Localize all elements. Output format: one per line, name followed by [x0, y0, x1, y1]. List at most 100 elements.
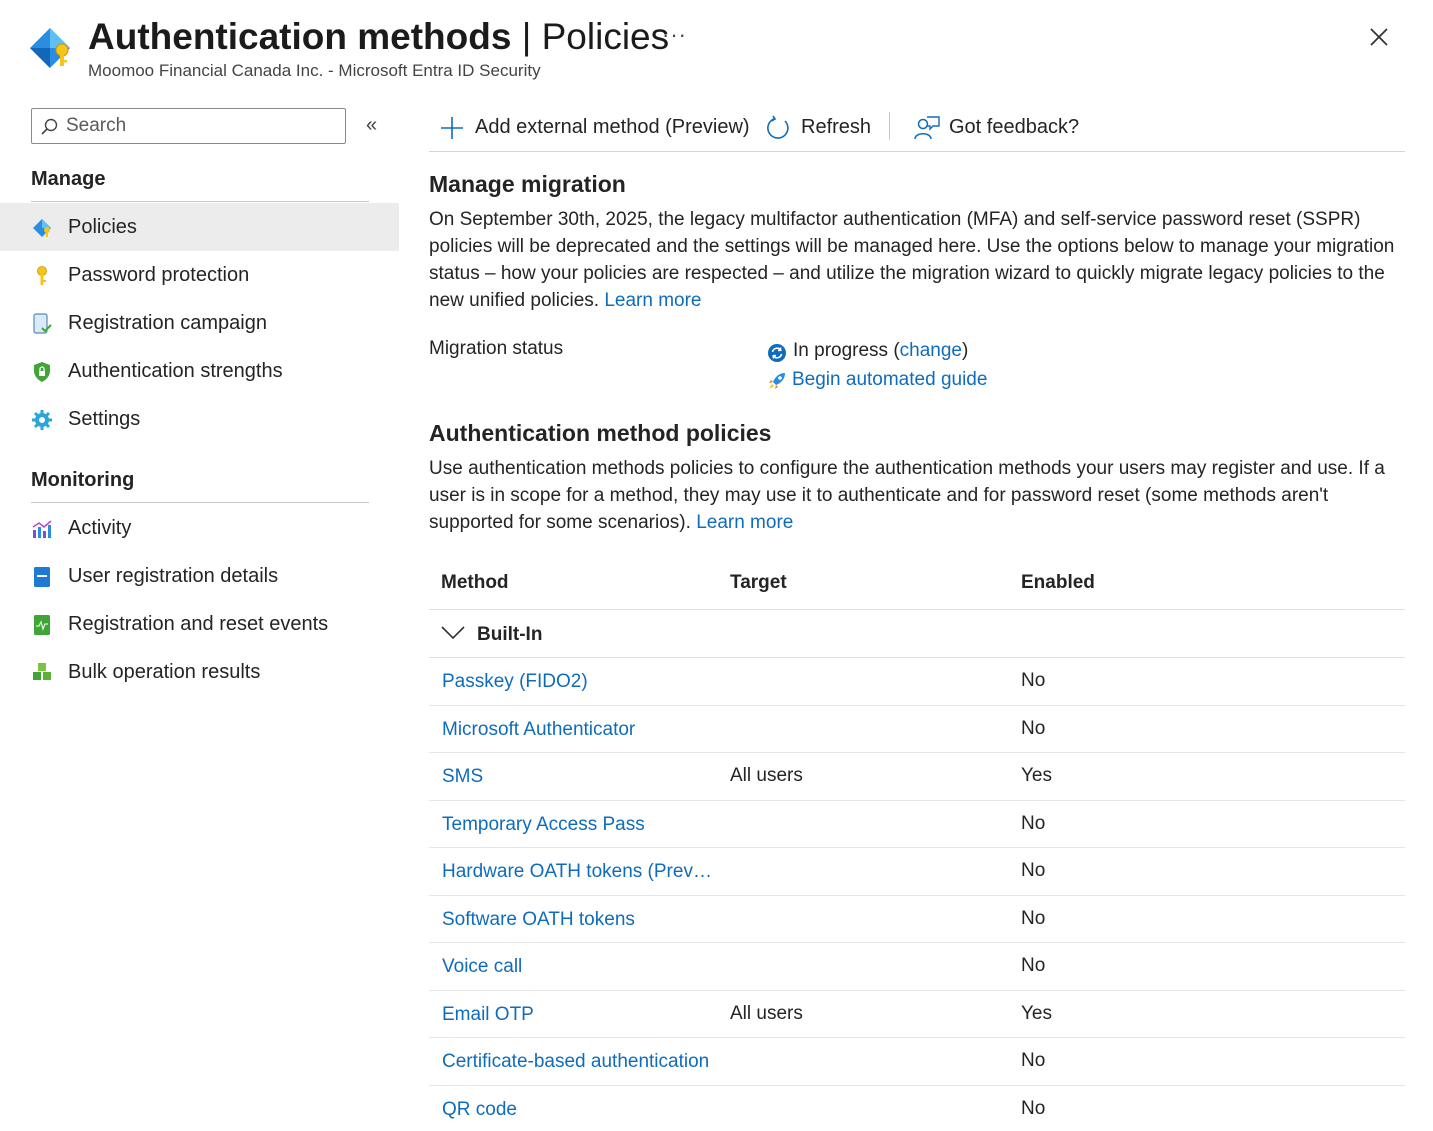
sidebar-item-registration-campaign[interactable]: Registration campaign	[0, 299, 399, 347]
more-options-button[interactable]: ···	[662, 22, 687, 48]
sidebar-item-label: Registration and reset events	[68, 613, 329, 635]
migration-learn-more-link[interactable]: Learn more	[604, 290, 701, 311]
target-cell: All users	[730, 765, 803, 786]
method-link[interactable]: Certificate-based authentication	[442, 1051, 714, 1073]
feedback-icon	[914, 116, 940, 140]
authentication-method-policies-title: Authentication method policies	[429, 420, 772, 446]
main-content: Add external method (Preview) Refresh Go…	[429, 92, 1405, 1131]
migration-status-label: Migration status	[429, 338, 564, 359]
enabled-cell: No	[1021, 717, 1046, 739]
page-subtitle: Moomoo Financial Canada Inc. - Microsoft…	[88, 61, 541, 80]
sidebar-item-settings[interactable]: Settings	[0, 395, 399, 443]
activity-chart-icon	[32, 520, 52, 538]
migration-status-text: In progress	[793, 340, 889, 361]
enabled-cell: Yes	[1021, 1002, 1052, 1024]
manage-migration-title: Manage migration	[429, 171, 626, 197]
method-link[interactable]: Microsoft Authenticator	[442, 719, 714, 741]
sidebar-item-policies[interactable]: Policies	[0, 203, 399, 251]
method-link[interactable]: QR code	[442, 1099, 714, 1121]
search-input[interactable]	[66, 109, 336, 143]
authentication-methods-logo-icon	[30, 28, 70, 68]
table-row: Passkey (FIDO2) No	[429, 658, 1405, 706]
enabled-cell: No	[1021, 670, 1046, 691]
column-header-method[interactable]: Method	[441, 572, 509, 594]
page-header: Authentication methods | Policies ··· Mo…	[0, 0, 1433, 92]
add-external-method-button[interactable]: Add external method (Preview)	[439, 110, 759, 144]
collapse-sidebar-button[interactable]: «	[366, 114, 377, 137]
chevron-down-icon	[441, 626, 465, 640]
target-cell: All users	[730, 1002, 803, 1024]
enabled-cell: No	[1021, 907, 1046, 929]
manage-divider	[31, 201, 369, 202]
cubes-icon	[33, 663, 51, 680]
sidebar-item-activity[interactable]: Activity	[0, 504, 399, 552]
refresh-label: Refresh	[801, 116, 872, 138]
page-title-separator: |	[511, 16, 542, 57]
toolbar-divider	[889, 112, 890, 140]
sidebar-search[interactable]	[31, 108, 346, 144]
refresh-button[interactable]: Refresh	[765, 110, 875, 144]
book-icon	[34, 567, 50, 587]
policies-description-block: Use authentication methods policies to c…	[429, 455, 1405, 536]
table-row: Temporary Access Pass No	[429, 801, 1405, 848]
enabled-cell: No	[1021, 812, 1046, 834]
policies-description: Use authentication methods policies to c…	[429, 458, 1385, 533]
table-row: Voice call No	[429, 943, 1405, 991]
enabled-cell: No	[1021, 1050, 1046, 1071]
feedback-button[interactable]: Got feedback?	[913, 110, 1093, 144]
enabled-cell: No	[1021, 1097, 1046, 1119]
method-link[interactable]: Voice call	[442, 956, 714, 978]
sidebar-item-label: Bulk operation results	[68, 661, 261, 683]
table-row: Email OTP All users Yes	[429, 991, 1405, 1038]
add-external-method-label: Add external method (Preview)	[475, 116, 750, 138]
begin-automated-guide-label: Begin automated guide	[792, 369, 988, 390]
migration-description-block: On September 30th, 2025, the legacy mult…	[429, 206, 1405, 314]
table-body: Passkey (FIDO2) No Microsoft Authenticator…	[429, 658, 1405, 1131]
feedback-label: Got feedback?	[949, 116, 1080, 138]
method-link[interactable]: Passkey (FIDO2)	[442, 671, 714, 693]
table-row: Software OATH tokens No	[429, 896, 1405, 943]
change-status-link[interactable]: change	[900, 340, 962, 361]
manage-heading: Manage	[31, 168, 106, 190]
column-header-target[interactable]: Target	[730, 572, 787, 594]
page-title-main: Authentication methods	[88, 16, 512, 57]
policies-icon	[33, 219, 51, 237]
group-row-built-in[interactable]: Built-In	[429, 610, 1405, 658]
sidebar-item-label: Settings	[68, 408, 141, 430]
method-link[interactable]: Email OTP	[442, 1004, 714, 1026]
plus-icon	[441, 117, 463, 139]
sidebar-item-label: Registration campaign	[68, 312, 267, 334]
method-link[interactable]: SMS	[442, 766, 714, 788]
sidebar-item-label: User registration details	[68, 565, 279, 587]
method-link[interactable]: Hardware OATH tokens (Preview)	[442, 861, 714, 883]
monitoring-heading: Monitoring	[31, 469, 135, 491]
shield-lock-icon	[34, 362, 50, 382]
sidebar-item-user-registration-details[interactable]: User registration details	[0, 552, 399, 600]
sidebar-item-label: Authentication strengths	[68, 360, 283, 382]
column-header-enabled[interactable]: Enabled	[1021, 572, 1095, 594]
change-open-paren: (	[888, 340, 900, 361]
sidebar-item-label: Activity	[68, 517, 132, 539]
sidebar-item-label: Policies	[68, 216, 137, 238]
key-icon	[37, 266, 47, 285]
events-icon	[34, 615, 50, 635]
monitoring-divider	[31, 502, 369, 503]
command-bar: Add external method (Preview) Refresh Go…	[429, 106, 1405, 152]
enabled-cell: Yes	[1021, 765, 1052, 786]
method-link[interactable]: Software OATH tokens	[442, 909, 714, 931]
page-title-section: Policies	[541, 16, 670, 57]
sidebar-item-password-protection[interactable]: Password protection	[0, 251, 399, 299]
refresh-icon	[767, 115, 789, 139]
table-row: QR code No	[429, 1086, 1405, 1131]
table-row: Certificate-based authentication No	[429, 1038, 1405, 1086]
authentication-methods-table: Method Target Enabled Built-In Passkey (…	[429, 558, 1405, 1131]
close-icon[interactable]	[1366, 24, 1392, 50]
sidebar-item-authentication-strengths[interactable]: Authentication strengths	[0, 347, 399, 395]
method-link[interactable]: Temporary Access Pass	[442, 814, 714, 836]
policies-learn-more-link[interactable]: Learn more	[696, 512, 793, 533]
table-row: Hardware OATH tokens (Preview) No	[429, 848, 1405, 896]
table-row: Microsoft Authenticator No	[429, 706, 1405, 753]
search-icon	[41, 118, 58, 135]
sidebar-item-registration-and-reset-events[interactable]: Registration and reset events	[0, 600, 399, 648]
sidebar-item-bulk-operation-results[interactable]: Bulk operation results	[0, 648, 399, 696]
